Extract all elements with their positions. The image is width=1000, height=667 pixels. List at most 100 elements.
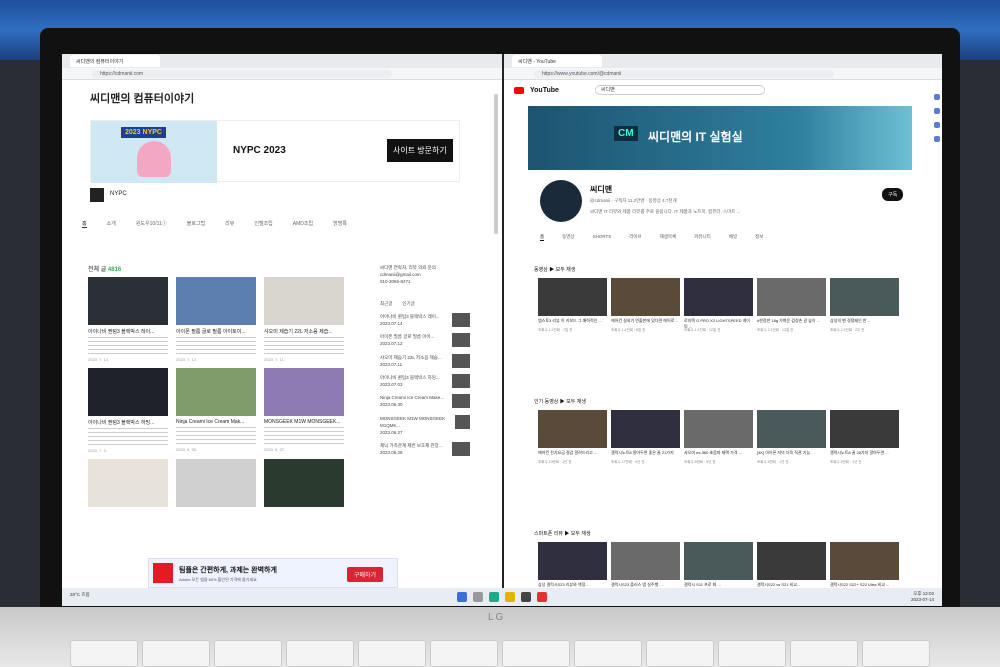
video-title[interactable]: 삼성의 팬 경쟁제인 판... [830,318,899,328]
video-thumbnail[interactable] [684,410,753,448]
channel-avatar[interactable] [540,180,582,222]
tab-youtube[interactable]: 씨디맨 - YouTube [512,55,602,67]
tab-popular[interactable]: 인기글 [402,300,414,307]
store-icon[interactable] [521,592,531,602]
recent-post-title[interactable]: Ninja Creami Ice Cream Make... [380,394,444,401]
post-card[interactable] [88,459,168,507]
tab-recent[interactable]: 최근글 [380,300,392,307]
recent-post-thumbnail[interactable] [452,442,470,457]
visit-site-button[interactable]: 사이트 방문하기 [387,139,453,162]
video-thumbnail[interactable] [538,542,607,580]
post-card[interactable]: Ninja Creami Ice Cream Mak... 2023. 6. 30… [176,368,256,453]
play-all-link[interactable]: 모두 재생 [571,531,591,537]
blog-title[interactable]: 씨디맨의 컴퓨터이야기 [90,90,194,106]
adobe-ad-banner[interactable]: 팀플은 간편하게, 과제는 완벽하게 Adobe 모든 앱을 60% 할인된 가… [148,558,398,588]
video-thumbnail[interactable] [830,410,899,448]
shelf-title[interactable]: 스마트폰 리뷰 ▶ 모두 재생 [534,530,591,537]
shelf-title[interactable]: 동영상 ▶ 모두 재생 [534,266,575,273]
weather-temp[interactable]: 28°C [70,592,80,597]
youtube-logo-text[interactable]: YouTube [530,87,559,94]
post-thumbnail[interactable] [176,459,256,507]
tab-shorts[interactable]: SHORTS [593,234,612,241]
nav-windows[interactable]: 윈도우10/11① [136,220,167,228]
video-title[interactable]: [4K] 아이폰 저녁 더욱 직관 기능 ... [757,450,826,460]
recent-post-item[interactable]: 아이나비 퀀텀3 블랙박스 레이... 2023.07.14 [380,312,470,327]
video-title[interactable]: #한정판 18g 가벼운 검정손 갈 높이 ... [757,318,826,328]
recent-post-item[interactable]: Ninja Creami Ice Cream Make... 2023.06.30 [380,394,470,409]
post-thumbnail[interactable] [88,368,168,416]
video-card[interactable]: 에어컨 실외기 연출판에 있다면 에어로 ... 조회수 1.4천회 · 8일 전 [611,278,680,333]
nav-blog-tips[interactable]: 블로그팁 [187,220,205,228]
shelf-title-text[interactable]: 스마트폰 리뷰 [534,531,563,537]
post-card[interactable] [264,459,344,507]
post-card[interactable]: 샤오미 제습기 22L 저소음 제습... 2023. 7. 11. [264,277,344,362]
video-card[interactable]: 로지텍 G PRO X2 LIGHTSPEED 게이밍 ... 조회수 1.4천회… [684,278,753,333]
video-card[interactable]: #한정판 18g 가벼운 검정손 갈 높이 ... 조회수 2.1천회 · 13일… [757,278,826,333]
recent-post-thumbnail[interactable] [452,373,470,388]
shelf-title-text[interactable]: 인기 동영상 [534,399,558,405]
video-thumbnail[interactable] [538,278,607,316]
video-title[interactable]: 갤럭시노트8 알아두면 좋은 꿀 21가지 [611,450,680,460]
recent-post-title[interactable]: 제닉 가족관계 제번 보호제 관장... [380,442,443,449]
recent-post-title[interactable]: MONSGEEK M1W MONSGEEK M1QMK... [380,415,455,429]
post-title[interactable]: 아이나비 퀀텀3 블랙박스 레이... [88,328,168,335]
post-card[interactable]: 아이폰 필름 글로 필름 아이토이... 2023. 7. 12. [176,277,256,362]
recent-post-item[interactable]: MONSGEEK M1W MONSGEEK M1QMK... 2023.06.27 [380,414,470,437]
recent-post-item[interactable]: 샤오미 제습기 22L 저소음 제습... 2023.07.11 [380,353,470,368]
post-thumbnail[interactable] [264,459,344,507]
video-thumbnail[interactable] [757,278,826,316]
video-card[interactable]: 갤럭시S22 S22+ S22 Ultra 비교 ...조회수 1.6천회 · … [830,542,899,588]
nav-review[interactable]: 리뷰 [225,220,234,228]
tab-community[interactable]: 커뮤니티 [694,234,711,241]
video-card[interactable]: 에어컨 전기요금 절감 알려드리고 ... 조회수 19만회 · 1년 전 [538,410,607,465]
recent-post-title[interactable]: 아이나비 퀀텀3 블랙박스 레이... [380,313,440,320]
rail-icon[interactable] [934,136,940,142]
post-thumbnail[interactable] [88,459,168,507]
video-card[interactable]: [4K] 아이폰 저녁 더욱 직관 기능 ... 조회수 5만회 · 1년 전 [757,410,826,465]
video-thumbnail[interactable] [757,542,826,580]
rail-icon[interactable] [934,108,940,114]
post-title[interactable]: Ninja Creami Ice Cream Mak... [176,419,256,425]
post-card[interactable]: 아이나비 퀀텀3 블랙박스 레이... 2023. 7. 14. [88,277,168,362]
post-title[interactable]: 샤오미 제습기 22L 저소음 제습... [264,328,344,335]
video-thumbnail[interactable] [611,410,680,448]
recent-post-thumbnail[interactable] [452,333,470,348]
video-card[interactable]: 삼성 갤럭시S23 리뷰와 액정...조회수 2천회 · 3개월 전 [538,542,607,588]
tab-live[interactable]: 라이브 [629,234,641,241]
rail-icon[interactable] [934,122,940,128]
video-title[interactable]: 에어컨 실외기 연출판에 있다면 에어로 ... [611,318,680,328]
address-bar[interactable]: https://cdmanii.com [62,68,502,80]
nav-home[interactable]: 홈 [82,220,87,228]
video-title[interactable]: 에어컨 전기요금 절감 알려드리고 ... [538,450,607,460]
video-thumbnail[interactable] [611,278,680,316]
recent-post-item[interactable]: 아이폰 필름 글로 필름 아이... 2023.07.12 [380,333,470,348]
recent-post-thumbnail[interactable] [452,312,470,327]
tab-playlists[interactable]: 재생목록 [660,234,677,241]
subscribe-button[interactable]: 구독 [882,188,904,201]
video-card[interactable]: 샤오미 mi-360 초음파 재택 가격 ... 조회수 8만회 · 5년 전 [684,410,753,465]
recent-post-thumbnail[interactable] [452,394,470,409]
nav-intel[interactable]: 인텔조립 [254,220,272,228]
youtube-logo-icon[interactable] [514,86,524,94]
post-thumbnail[interactable] [88,277,168,325]
video-card[interactable]: 삼성의 팬 경쟁제인 판... 조회수 2.3천회 · 2주 전 [830,278,899,333]
post-title[interactable]: 아이나비 퀀텀3 블랙박스 하밍... [88,419,168,426]
scrollbar[interactable] [494,94,498,234]
post-title[interactable]: 아이폰 필름 글로 필름 아이토이... [176,328,256,335]
post-thumbnail[interactable] [264,277,344,325]
video-card[interactable]: 갤럭시S23 플러스 앱 실주행 ...조회수 1.8천회 · 4개월 전 [611,542,680,588]
video-thumbnail[interactable] [611,542,680,580]
video-thumbnail[interactable] [830,278,899,316]
tab-blog[interactable]: 씨디맨의 컴퓨터이야기 [70,55,160,67]
video-card[interactable]: 갤럭시 S11 프로 화 ...조회수 1.7천회 · 4개월 전 [684,542,753,588]
tab-channels[interactable]: 채널 [729,234,737,241]
weather-desc[interactable]: 흐림 [81,592,89,597]
tab-videos[interactable]: 동영상 [562,234,574,241]
clock-date[interactable]: 2023-07-14 [911,597,934,602]
shelf-title-text[interactable]: 동영상 [534,267,548,273]
recent-post-thumbnail[interactable] [452,353,470,368]
recent-post-title[interactable]: 샤오미 제습기 22L 저소음 제습... [380,354,442,361]
recent-post-title[interactable]: 아이나비 퀀텀3 블랙박스 하밍... [380,374,440,381]
post-card[interactable] [176,459,256,507]
video-card[interactable]: 갤럭시노트8 꿀 28가지 알아두면 ... 조회수 5만회 · 1년 전 [830,410,899,465]
